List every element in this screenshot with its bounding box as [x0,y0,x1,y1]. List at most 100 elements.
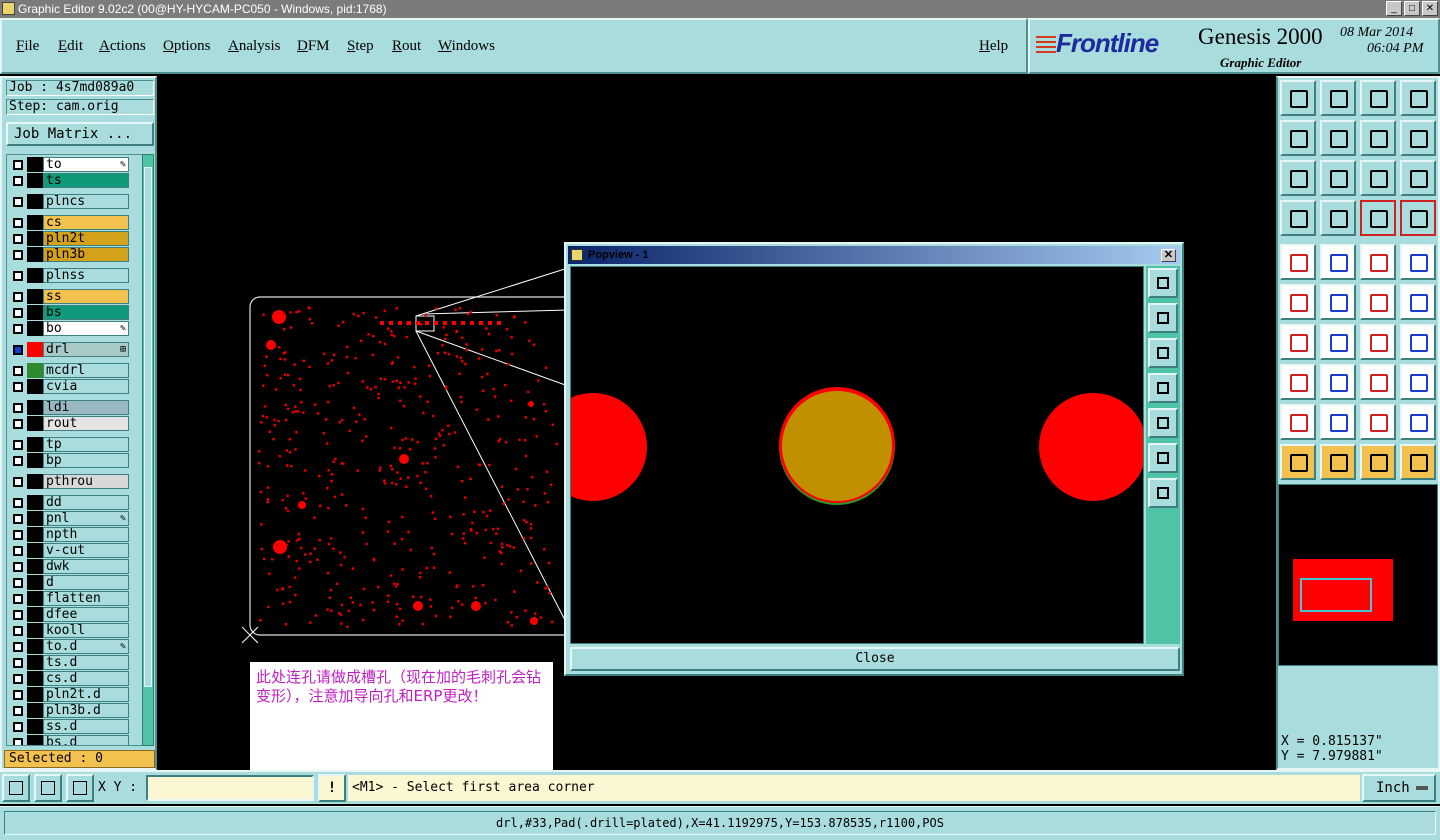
layer-name[interactable]: pln3b [43,247,129,262]
job-matrix-button[interactable]: Job Matrix ... [6,122,154,146]
layer-row[interactable]: bs [9,305,129,320]
layer-name[interactable]: dwk [43,559,129,574]
menu-help[interactable]: Help [979,38,1008,55]
layer-color-swatch[interactable] [27,289,43,304]
step-button[interactable] [1400,120,1436,156]
layer-color-swatch[interactable] [27,671,43,686]
route-button[interactable] [1400,444,1436,480]
layer-color-swatch[interactable] [27,591,43,606]
menu-rout[interactable]: Rout [392,38,421,55]
layer-name[interactable]: cvia [43,379,129,394]
popview-canvas[interactable] [570,266,1144,644]
center-button[interactable] [1320,160,1356,196]
layer-name[interactable]: flatten [43,591,129,606]
layer-name[interactable]: ts [43,173,129,188]
minimize-button[interactable]: _ [1386,1,1402,16]
layer-row[interactable]: pln2t.d [9,687,129,702]
triangle-button[interactable] [1280,404,1316,440]
layer-row[interactable]: d [9,575,129,590]
triangle2-button[interactable] [1320,404,1356,440]
layer-checkbox[interactable] [13,674,23,684]
layer-name[interactable]: cs [43,215,129,230]
layer-checkbox[interactable] [13,690,23,700]
layer-row[interactable]: ss [9,289,129,304]
break-button[interactable] [1320,364,1356,400]
layer-checkbox[interactable] [13,530,23,540]
layer-checkbox[interactable] [13,477,23,487]
menu-step[interactable]: Step [347,38,374,55]
layer-row[interactable]: dd [9,495,129,510]
home-button[interactable] [1360,80,1396,116]
layer-name[interactable]: bs.d [43,735,129,745]
layer-color-swatch[interactable] [27,194,43,209]
layer-name[interactable]: kooll [43,623,129,638]
layer-row[interactable]: cs.d [9,671,129,686]
measure-button[interactable] [34,774,62,802]
layer-name[interactable]: plnss [43,268,129,283]
layer-color-swatch[interactable] [27,400,43,415]
connect-button[interactable] [1360,284,1396,320]
menu-options[interactable]: Options [163,38,211,55]
layer-name[interactable]: dfee [43,607,129,622]
layer-row[interactable]: plnss [9,268,129,283]
snap-button[interactable] [2,774,30,802]
layer-color-swatch[interactable] [27,173,43,188]
triangle3-button[interactable] [1360,404,1396,440]
layer-row[interactable]: kooll [9,623,129,638]
layer-row[interactable]: pnl ✎ [9,511,129,526]
layer-row[interactable]: ts [9,173,129,188]
pointer-orange-button[interactable] [1360,444,1396,480]
layer-checkbox[interactable] [13,642,23,652]
layer-name[interactable]: d [43,575,129,590]
pointer-box-button[interactable] [1320,444,1356,480]
layer-name[interactable]: pln2t.d [43,687,129,702]
layer-color-swatch[interactable] [27,363,43,378]
layer-row[interactable]: mcdrl [9,363,129,378]
layer-row[interactable]: to ✎ [9,157,129,172]
layer-row[interactable]: plncs [9,194,129,209]
shape-button[interactable] [1400,364,1436,400]
layer-color-swatch[interactable] [27,157,43,172]
popview-close-button[interactable]: Close [570,647,1180,671]
layer-checkbox[interactable] [13,419,23,429]
line-button[interactable] [1320,324,1356,360]
layer-checkbox[interactable] [13,626,23,636]
popview-close-x-button[interactable]: ✕ [1161,249,1176,262]
pointer-button[interactable] [1280,444,1316,480]
connect2-button[interactable] [1400,284,1436,320]
triangle4-button[interactable] [1400,404,1436,440]
scale-button[interactable] [1360,160,1396,196]
layer-color-swatch[interactable] [27,437,43,452]
layer-row[interactable]: tp [9,437,129,452]
layer-color-swatch[interactable] [27,735,43,745]
ruler-button[interactable] [1360,244,1396,280]
feature-select-button[interactable] [1280,244,1316,280]
layer-name[interactable]: pln3b.d [43,703,129,718]
layer-color-swatch[interactable] [27,543,43,558]
layer-color-swatch[interactable] [27,703,43,718]
layer-checkbox[interactable] [13,250,23,260]
layer-name[interactable]: ts.d [43,655,129,670]
layer-color-swatch[interactable] [27,623,43,638]
layer-row[interactable]: to.d ✎ [9,639,129,654]
layer-checkbox[interactable] [13,738,23,745]
layer-color-swatch[interactable] [27,215,43,230]
layer-checkbox[interactable] [13,440,23,450]
maximize-button[interactable]: □ [1404,1,1420,16]
unit-selector[interactable]: Inch [1362,774,1436,802]
layer-row[interactable]: pln3b.d [9,703,129,718]
layer-checkbox[interactable] [13,562,23,572]
popview-pan-up-button[interactable] [1148,303,1178,333]
menu-actions[interactable]: Actions [99,38,146,55]
fit-button[interactable] [1280,160,1316,196]
layer-name[interactable]: bp [43,453,129,468]
redraw-button[interactable] [1320,244,1356,280]
layer-checkbox[interactable] [13,578,23,588]
layer-row[interactable]: npth [9,527,129,542]
layer-color-swatch[interactable] [27,511,43,526]
netlist-button[interactable] [1360,200,1396,236]
layer-color-swatch[interactable] [27,321,43,336]
layer-checkbox[interactable] [13,292,23,302]
layer-row[interactable]: v-cut [9,543,129,558]
layer-color-swatch[interactable] [27,639,43,654]
